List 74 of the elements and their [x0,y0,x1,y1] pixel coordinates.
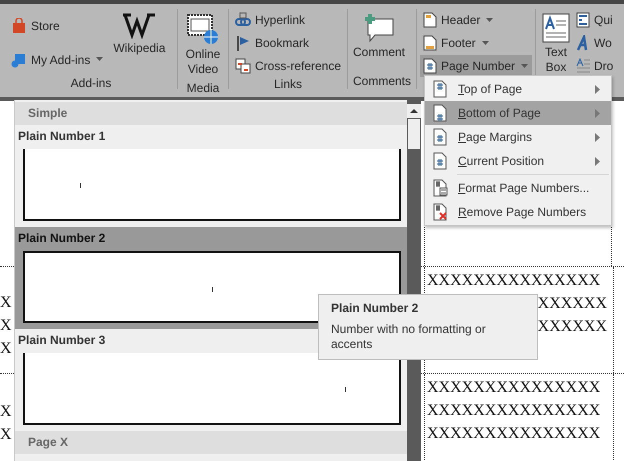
my-add-ins-button[interactable]: My Add-ins [8,43,108,76]
text-tool-button[interactable]: Dro [573,55,616,77]
page-hash-icon [431,152,449,170]
document-text: XXXXXX [538,294,607,314]
flag-icon [235,35,251,51]
store-button[interactable]: Store [8,9,108,42]
header-footer-button[interactable]: Page Number [420,55,532,77]
page-number-mark [80,183,81,188]
page-number-mark [345,387,346,392]
group-label: Add-ins [70,76,112,91]
document-parts-icon [576,12,590,28]
drop-cap-icon [576,58,590,74]
document-text: XXXXXX [538,317,607,337]
page-icon [423,12,437,28]
page-number-mark [212,287,213,292]
scroll-thumb[interactable] [408,119,420,149]
links-button[interactable]: Cross-reference [232,55,344,77]
text-tool-button[interactable]: Wo [573,32,616,54]
comment-button[interactable]: Comment [351,9,408,63]
group-label: Comments [352,74,412,89]
submenu-arrow-icon [595,132,601,142]
group-label: Media [186,81,220,96]
group-label: Links [272,77,303,92]
menu-item[interactable]: Remove Page Numbers [425,200,611,224]
links-button[interactable]: Bookmark [232,32,312,54]
links-button[interactable]: Hyperlink [232,9,308,31]
document-text: XXXXXXXXXXXXXXX [427,271,600,291]
page-hash-icon [431,128,449,146]
text-tool-button[interactable]: Qui [573,9,616,31]
document-text: X [0,316,12,336]
menu-item[interactable]: Bottom of Page [425,101,611,125]
page-hash-icon [431,104,449,122]
submenu-arrow-icon [595,156,601,166]
gallery-heading: Simple [15,102,407,125]
page-hash-icon [423,58,437,74]
document-text: X [0,425,12,445]
cube-icon [11,52,27,68]
header-footer-button[interactable]: Footer [420,32,493,54]
menu-item[interactable]: Page Margins [425,125,611,149]
w-logo-icon [122,11,156,39]
menu-item[interactable]: Top of Page [425,77,611,101]
document-text: X [0,293,12,313]
document-text: X [0,339,12,359]
film-globe-icon [187,13,219,45]
submenu-arrow-icon [595,108,601,118]
document-text: XXXXXXXXXXXXXXX [427,378,600,398]
caret-icon [482,40,490,46]
menu-item[interactable]: Format Page Numbers... [425,176,611,200]
page-delete-icon [431,203,449,221]
header-footer-button[interactable]: Header [420,9,498,31]
caret-icon [96,57,104,62]
caret-icon [521,64,530,68]
gallery-item-title[interactable]: Plain Number 2 [15,229,106,247]
menu-item[interactable]: Current Position [425,149,611,173]
scroll-up-icon[interactable] [407,104,421,118]
gallery-heading: Page X [15,431,407,454]
page-hash-icon [431,80,449,98]
cross-reference-icon [235,58,251,74]
comment-plus-icon [363,13,395,43]
text-box-icon [542,13,570,43]
shopping-bag-icon [11,18,27,34]
document-text: X [0,402,12,422]
letter-a-icon [576,35,590,51]
gallery-item-title[interactable]: Plain Number 1 [15,127,106,145]
caret-icon [486,18,494,22]
chain-link-icon [235,12,251,28]
online-video-button[interactable]: Online Video [181,9,225,81]
gallery-item-title[interactable]: Plain Number 3 [15,331,106,349]
submenu-arrow-icon [595,84,601,94]
page-icon [423,35,437,51]
page-hash-icon [431,179,449,197]
document-text: XXXXXXXXXXXXXXX [427,424,600,444]
document-text: XXXXXXXXXXXXXXX [427,401,600,421]
wikipedia-button[interactable]: Wikipedia [111,9,168,59]
